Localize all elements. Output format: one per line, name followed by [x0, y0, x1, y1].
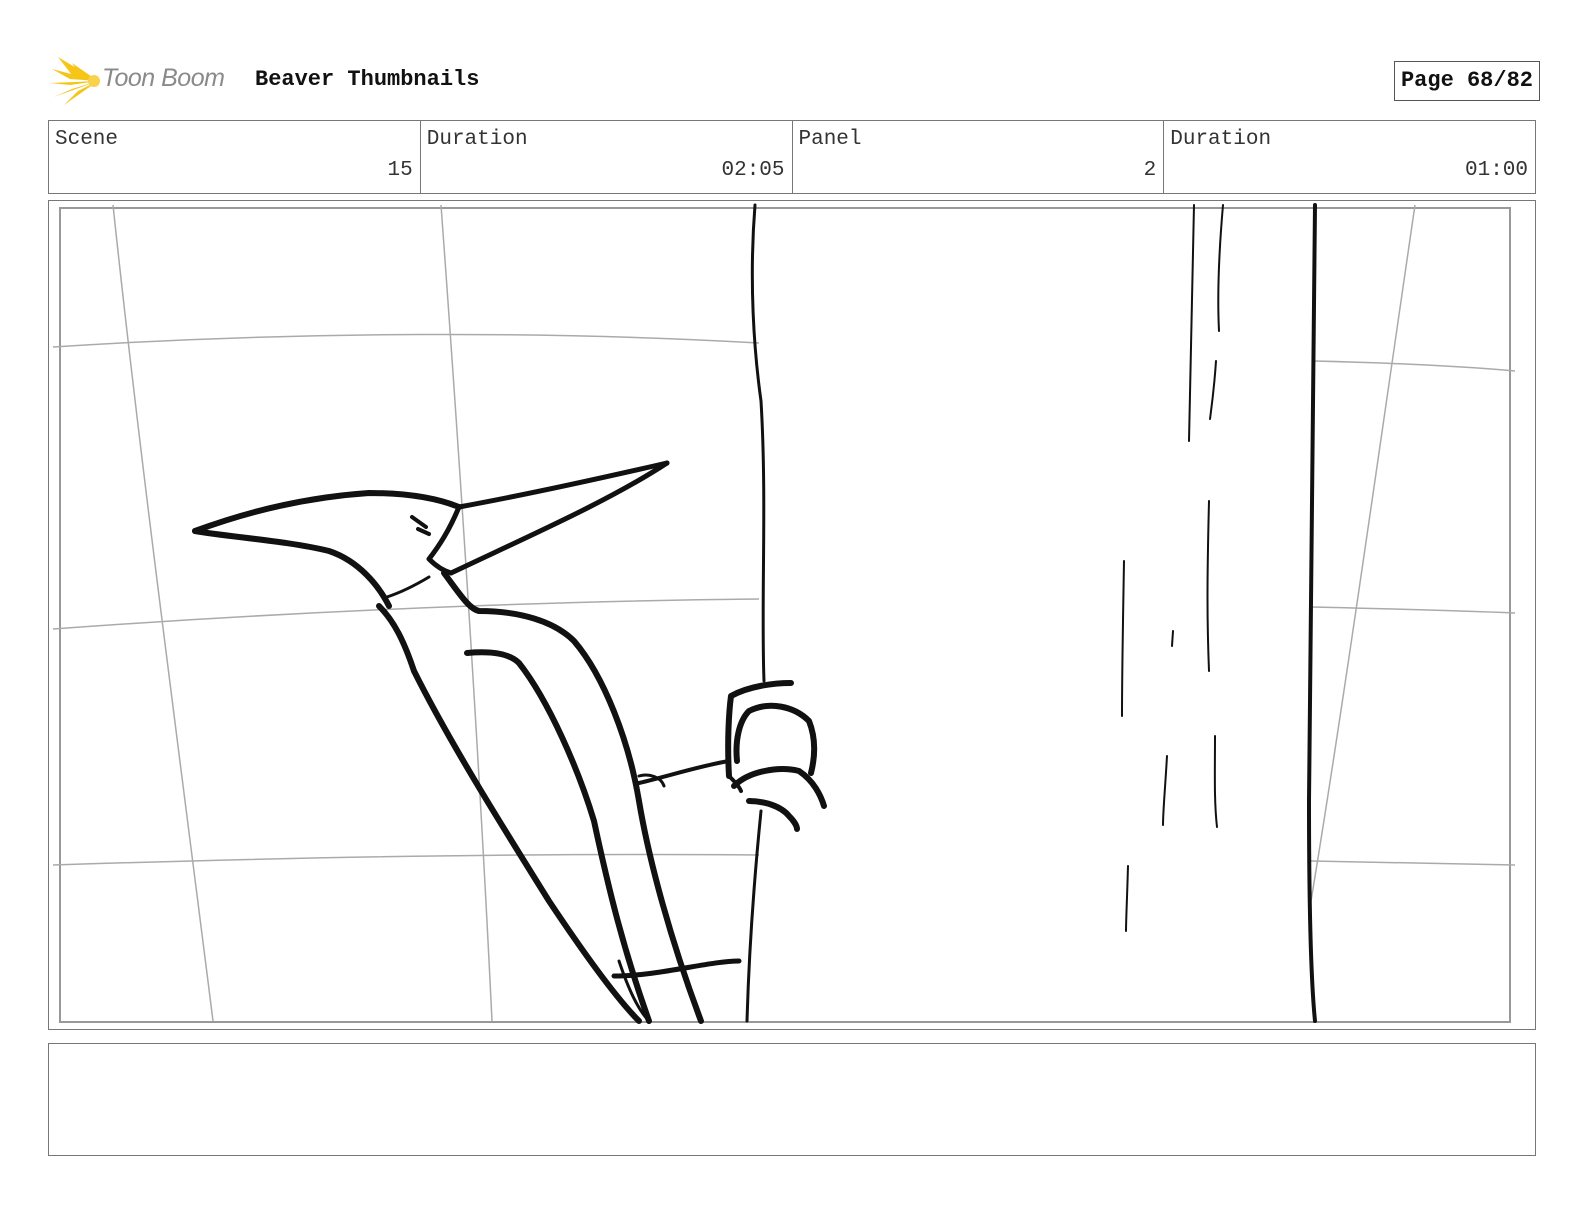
panel-value: 2 [1143, 159, 1157, 182]
page-header: Toon Boom Beaver Thumbnails Page 68/82 [50, 55, 1540, 105]
panel-cell: Panel 2 [793, 121, 1165, 193]
woodpecker-drawing [192, 460, 827, 1024]
toon-boom-logo: Toon Boom [50, 55, 240, 105]
panel-drawing [52, 203, 1516, 1024]
scene-duration-value: 02:05 [721, 159, 785, 182]
panel-notes-area [48, 1043, 1536, 1156]
scene-info-table: Scene 15 Duration 02:05 Panel 2 Duration… [48, 120, 1536, 194]
tree-trunk [745, 203, 1317, 1023]
scene-cell: Scene 15 [49, 121, 421, 193]
scene-label: Scene [55, 128, 119, 151]
page-indicator: Page 68/82 [1393, 61, 1540, 101]
scene-duration-label: Duration [426, 128, 528, 151]
starburst-icon [50, 57, 100, 105]
logo-text: Toon Boom [102, 64, 225, 92]
scene-value: 15 [387, 159, 413, 182]
perspective-grid [52, 204, 1516, 1022]
panel-label: Panel [798, 128, 862, 151]
storyboard-panel [48, 200, 1536, 1030]
scene-duration-cell: Duration 02:05 [421, 121, 793, 193]
panel-duration-cell: Duration 01:00 [1164, 121, 1535, 193]
panel-duration-label: Duration [1170, 128, 1272, 151]
document-title: Beaver Thumbnails [255, 67, 480, 92]
panel-duration-value: 01:00 [1464, 159, 1528, 182]
